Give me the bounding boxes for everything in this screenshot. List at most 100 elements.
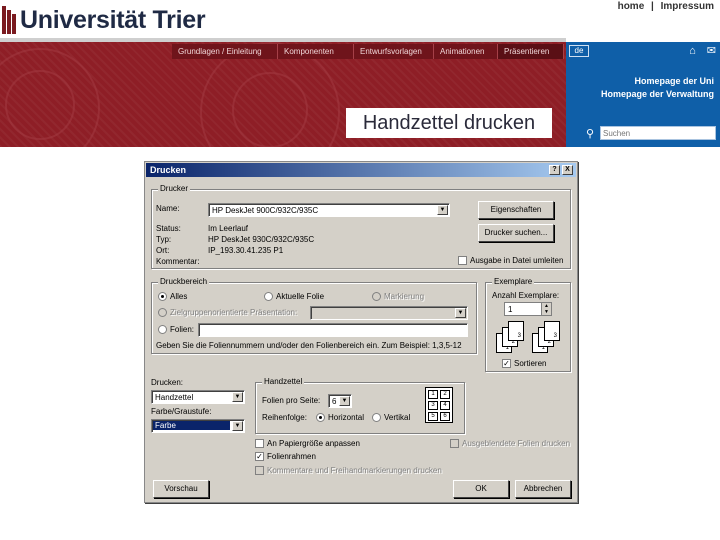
seal-right-inner-icon — [232, 72, 308, 147]
university-name[interactable]: Universität Trier — [20, 6, 206, 35]
help-button[interactable]: ? — [549, 165, 560, 175]
search-row: ⚲ — [586, 126, 716, 140]
grid-cell: 1 — [428, 390, 438, 399]
comment-label: Kommentar: — [156, 257, 200, 266]
close-button[interactable]: X — [562, 165, 573, 175]
nav-praesentieren[interactable]: Präsentieren — [498, 44, 564, 59]
print-range-label: Druckbereich — [158, 277, 210, 286]
copies-count-stepper[interactable]: 1 ▲ ▼ — [504, 302, 552, 316]
order-vertical-label: Vertikal — [384, 413, 411, 422]
screen: Universität Trier home | Impressum Grund… — [0, 0, 720, 540]
status-value: Im Leerlauf — [208, 224, 249, 233]
print-comments-label: Kommentare und Freihandmarkierungen druc… — [267, 466, 442, 475]
type-label: Typ: — [156, 235, 172, 244]
side-panel: de ⌂ ✉ Homepage der Uni Homepage der Ver… — [566, 42, 720, 147]
search-icon[interactable]: ⚲ — [586, 127, 600, 140]
seal-left-inner-icon — [5, 70, 75, 140]
type-value: HP DeskJet 930C/932C/935C — [208, 235, 315, 244]
page-num: 3 — [553, 333, 557, 339]
chevron-down-icon[interactable]: ▼ — [437, 205, 448, 215]
range-selection-label: Markierung — [384, 292, 425, 301]
range-custom-show-radio[interactable] — [158, 308, 167, 317]
order-horizontal-radio[interactable] — [316, 413, 325, 422]
printer-group: Drucker Name: HP DeskJet 900C/932C/935C … — [151, 184, 571, 269]
order-vertical-radio[interactable] — [372, 413, 381, 422]
color-label: Farbe/Graustufe: — [151, 407, 212, 416]
grid-cell: 6 — [440, 412, 450, 421]
color-value: Farbe — [153, 421, 230, 430]
collate-label: Sortieren — [514, 359, 547, 368]
print-comments-checkbox[interactable] — [255, 466, 264, 475]
scale-to-fit-checkbox[interactable] — [255, 439, 264, 448]
copies-count-label: Anzahl Exemplare: — [492, 291, 560, 300]
printer-name-select[interactable]: HP DeskJet 900C/932C/935C ▼ — [208, 203, 450, 217]
nav-entwurfsvorlagen[interactable]: Entwurfsvorlagen — [354, 44, 434, 59]
range-slides-radio[interactable] — [158, 325, 167, 334]
print-what-label: Drucken: — [151, 378, 184, 387]
custom-show-select[interactable]: ▼ — [310, 306, 468, 320]
hidden-slides-label: Ausgeblendete Folien drucken — [462, 439, 571, 448]
language-switch[interactable]: de — [569, 45, 589, 57]
range-all-radio[interactable] — [158, 292, 167, 301]
range-hint: Geben Sie die Foliennummern und/oder den… — [156, 341, 462, 350]
page-title-box: Handzettel drucken — [346, 108, 552, 138]
range-current-label: Aktuelle Folie — [276, 292, 325, 301]
nav-animationen[interactable]: Animationen — [434, 44, 498, 59]
range-current-radio[interactable] — [264, 292, 273, 301]
location-label: Ort: — [156, 246, 170, 255]
order-horizontal-label: Horizontal — [328, 413, 365, 422]
dialog-title: Drucken — [150, 165, 187, 175]
ok-button[interactable]: OK — [453, 480, 509, 498]
home-link[interactable]: home — [616, 1, 647, 12]
sitemap-icon[interactable]: ⌂ — [689, 45, 696, 57]
print-to-file-checkbox[interactable] — [458, 256, 467, 265]
print-what-value: Handzettel — [155, 393, 194, 402]
find-printer-button[interactable]: Drucker suchen... — [478, 224, 554, 242]
range-all-label: Alles — [170, 292, 188, 301]
impressum-link[interactable]: Impressum — [659, 1, 716, 12]
frame-slides-label: Folienrahmen — [267, 452, 316, 461]
page-num: 3 — [517, 333, 521, 339]
print-to-file-label: Ausgabe in Datei umleiten — [470, 256, 564, 265]
uni-homepage-link[interactable]: Homepage der Uni — [634, 76, 714, 86]
chevron-down-icon[interactable]: ▼ — [232, 392, 243, 402]
print-dialog: Drucken ? X Drucker Name: HP DeskJet 900… — [144, 161, 578, 503]
nav-grundlagen[interactable]: Grundlagen / Einleitung — [172, 44, 278, 59]
status-label: Status: — [156, 224, 181, 233]
main-nav: Grundlagen / Einleitung Komponenten Entw… — [172, 44, 564, 59]
grid-cell: 2 — [440, 390, 450, 399]
per-page-value: 6 — [332, 397, 337, 406]
printer-name-value: HP DeskJet 900C/932C/935C — [212, 206, 319, 215]
dialog-titlebar[interactable]: Drucken ? X — [146, 163, 576, 177]
order-label: Reihenfolge: — [262, 413, 307, 422]
hidden-slides-checkbox[interactable] — [450, 439, 459, 448]
location-value: IP_193.30.41.235 P1 — [208, 246, 284, 255]
copies-label: Exemplare — [492, 277, 535, 286]
copies-group: Exemplare Anzahl Exemplare: 1 ▲ ▼ 1 2 3 1… — [485, 277, 571, 372]
top-links: home | Impressum — [616, 1, 716, 12]
mail-icon[interactable]: ✉ — [707, 45, 716, 57]
handouts-label: Handzettel — [262, 377, 305, 386]
properties-button[interactable]: Eigenschaften — [478, 201, 554, 219]
university-logo-icon — [2, 6, 16, 34]
slides-input[interactable] — [198, 323, 468, 337]
per-page-label: Folien pro Seite: — [262, 396, 321, 405]
link-separator: | — [651, 1, 654, 12]
chevron-down-icon[interactable]: ▼ — [339, 396, 350, 406]
collate-checkbox[interactable]: ✓ — [502, 359, 511, 368]
per-page-select[interactable]: 6 ▼ — [328, 394, 352, 408]
preview-button[interactable]: Vorschau — [153, 480, 209, 498]
chevron-down-icon[interactable]: ▼ — [232, 421, 243, 431]
range-selection-radio[interactable] — [372, 292, 381, 301]
print-what-select[interactable]: Handzettel ▼ — [151, 390, 245, 404]
search-input[interactable] — [600, 126, 716, 140]
admin-homepage-link[interactable]: Homepage der Verwaltung — [601, 89, 714, 99]
grid-cell: 4 — [440, 401, 450, 410]
color-select[interactable]: Farbe ▼ — [151, 419, 245, 433]
stepper-arrows-icon[interactable]: ▲ ▼ — [541, 303, 551, 315]
chevron-down-icon[interactable]: ▼ — [455, 308, 466, 318]
scale-to-fit-label: An Papiergröße anpassen — [267, 439, 360, 448]
nav-komponenten[interactable]: Komponenten — [278, 44, 354, 59]
frame-slides-checkbox[interactable]: ✓ — [255, 452, 264, 461]
cancel-button[interactable]: Abbrechen — [515, 480, 571, 498]
